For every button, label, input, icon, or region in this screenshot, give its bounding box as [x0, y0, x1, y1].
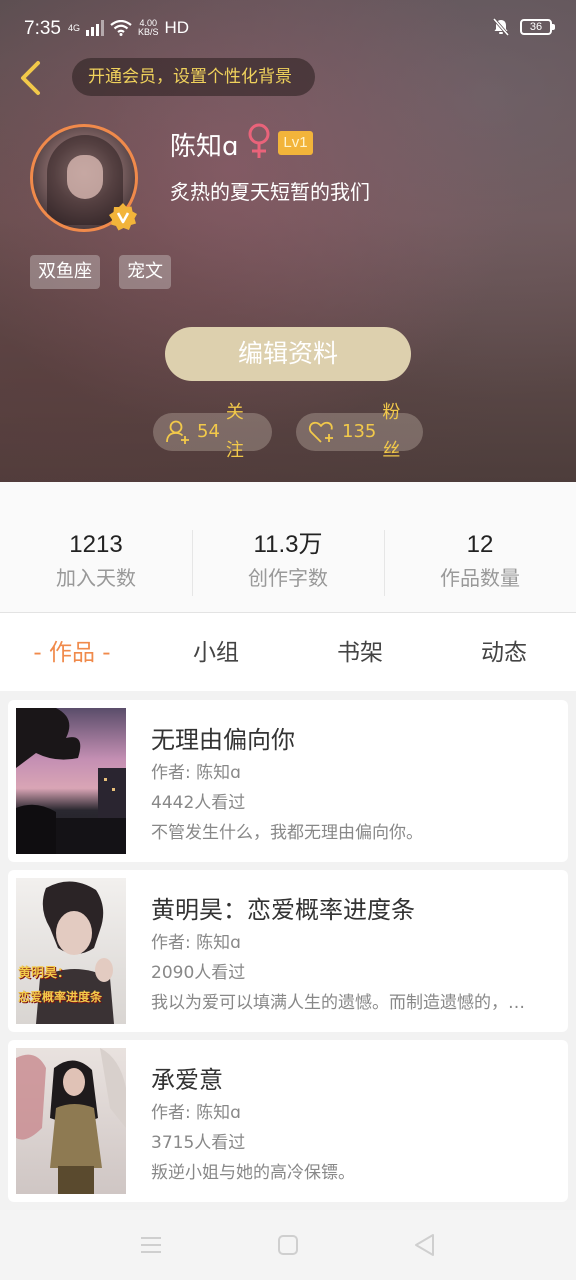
fans-label: 粉丝	[382, 402, 401, 461]
username: 陈知ɑ	[170, 132, 239, 162]
book-desc: 不管发生什么，我都无理由偏向你。	[151, 823, 423, 843]
status-right-icons: 36	[492, 18, 555, 36]
home-icon[interactable]	[275, 1232, 301, 1258]
status-left-icons: 4G 4.00 KB/S HD	[68, 18, 189, 38]
following-button[interactable]: 54 关注	[153, 402, 272, 461]
speed-unit: KB/S	[138, 27, 159, 37]
stats-bar: 1213 加入天数 11.3万 创作字数 12 作品数量	[0, 482, 576, 612]
book-views: 2090人看过	[151, 963, 246, 983]
profile-header: 7:35 4G 4.00 KB/S HD 36 开通会员，设置个性化背景 陈知ɑ…	[0, 0, 576, 482]
system-nav-bar	[0, 1210, 576, 1280]
stat-label: 创作字数	[248, 566, 328, 590]
book-title: 无理由偏向你	[151, 726, 295, 754]
edit-profile-button[interactable]: 编辑资料	[165, 327, 411, 381]
status-time: 7:35	[24, 18, 61, 39]
cover-art	[16, 1048, 126, 1194]
cover-text-line2: 恋爱概率进度条	[18, 990, 103, 1004]
cover-text-line1: 黄明昊：	[18, 966, 71, 981]
bio-text: 炙热的夏天短暂的我们	[170, 180, 370, 204]
stat-works-count: 12 作品数量	[384, 530, 576, 591]
book-cover	[16, 1048, 126, 1194]
book-title: 承爱意	[151, 1066, 223, 1094]
stat-word-count: 11.3万 创作字数	[192, 530, 384, 591]
add-user-icon	[166, 420, 189, 444]
female-icon	[248, 123, 270, 158]
fans-button[interactable]: 135 粉丝	[296, 402, 423, 461]
hd-label: HD	[164, 18, 190, 37]
network-type: 4G	[68, 22, 81, 33]
tab-works[interactable]: - 作品 -	[0, 613, 144, 691]
stat-value: 11.3万	[253, 531, 323, 558]
book-cover	[16, 708, 126, 854]
stat-value: 1213	[69, 531, 123, 558]
book-desc: 我以为爱可以填满人生的遗憾。而制造遗憾的，却是爱	[151, 993, 541, 1013]
book-views: 3715人看过	[151, 1133, 246, 1153]
book-cover: 黄明昊： 恋爱概率进度条	[16, 878, 126, 1024]
level-badge: Lv1	[278, 131, 313, 155]
avatar-face	[67, 155, 103, 199]
book-title: 黄明昊：恋爱概率进度条	[151, 896, 415, 924]
book-author: 作者: 陈知ɑ	[151, 763, 241, 783]
stat-value: 12	[466, 531, 494, 558]
tab-bar: - 作品 - 小组 书架 动态	[0, 613, 576, 691]
heart-plus-icon	[308, 421, 333, 443]
book-card[interactable]: 无理由偏向你 作者: 陈知ɑ 4442人看过 不管发生什么，我都无理由偏向你。	[8, 700, 568, 862]
tab-activity[interactable]: 动态	[432, 613, 576, 691]
stat-label: 加入天数	[56, 566, 136, 590]
following-count: 54	[197, 421, 220, 442]
mute-icon	[492, 18, 510, 36]
verified-badge-icon	[109, 203, 137, 231]
book-views: 4442人看过	[151, 793, 246, 813]
fans-count: 135	[342, 421, 377, 442]
status-bar: 7:35 4G 4.00 KB/S HD 36	[0, 0, 576, 56]
stat-label: 作品数量	[440, 566, 520, 590]
signal-icon	[86, 20, 105, 36]
book-author: 作者: 陈知ɑ	[151, 1103, 241, 1123]
stat-join-days: 1213 加入天数	[0, 530, 192, 591]
vip-banner[interactable]: 开通会员，设置个性化背景	[72, 58, 315, 96]
back-triangle-icon[interactable]	[412, 1232, 438, 1258]
tab-groups[interactable]: 小组	[144, 613, 288, 691]
battery-icon: 36	[520, 19, 555, 35]
book-author: 作者: 陈知ɑ	[151, 933, 241, 953]
back-icon[interactable]	[14, 58, 50, 98]
following-label: 关注	[225, 402, 244, 461]
network-speed: 4.00 KB/S	[138, 19, 159, 37]
book-desc: 叛逆小姐与她的高冷保镖。	[151, 1163, 355, 1183]
tag-genre[interactable]: 宠文	[119, 255, 171, 289]
menu-icon[interactable]	[138, 1232, 164, 1258]
wifi-icon	[110, 20, 132, 36]
tab-bookshelf[interactable]: 书架	[288, 613, 432, 691]
cover-art	[16, 708, 126, 854]
book-card[interactable]: 黄明昊： 恋爱概率进度条 黄明昊：恋爱概率进度条 作者: 陈知ɑ 2090人看过…	[8, 870, 568, 1032]
book-card[interactable]: 承爱意 作者: 陈知ɑ 3715人看过 叛逆小姐与她的高冷保镖。	[8, 1040, 568, 1202]
tag-zodiac[interactable]: 双鱼座	[30, 255, 100, 289]
